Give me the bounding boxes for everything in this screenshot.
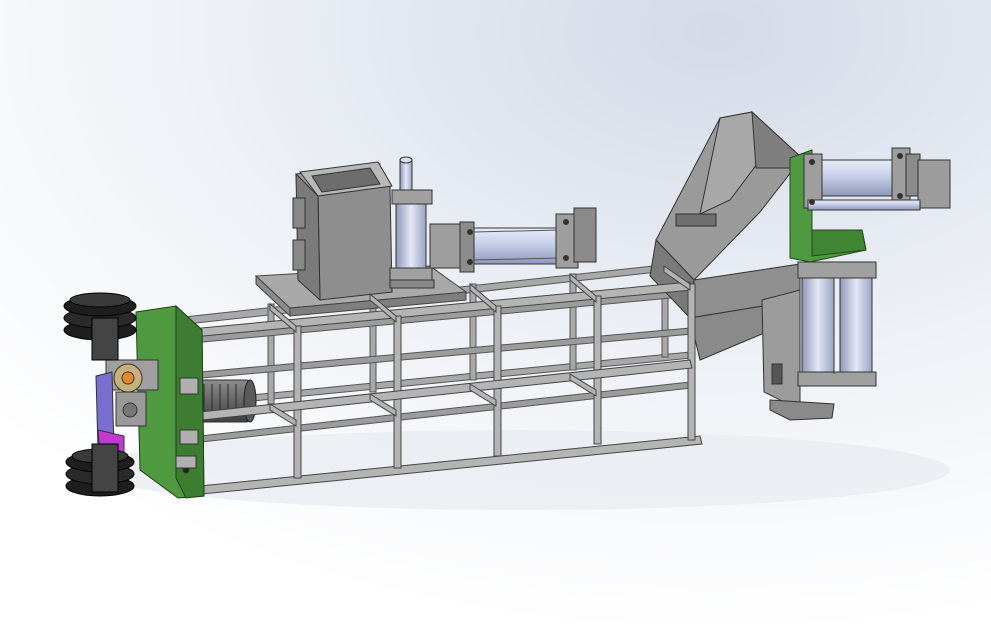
compression-box — [292, 161, 393, 302]
floor-shadow — [90, 430, 950, 510]
cad-viewport[interactable] — [0, 0, 991, 633]
lower-wheel — [65, 443, 135, 497]
cad-model-render — [0, 0, 991, 633]
